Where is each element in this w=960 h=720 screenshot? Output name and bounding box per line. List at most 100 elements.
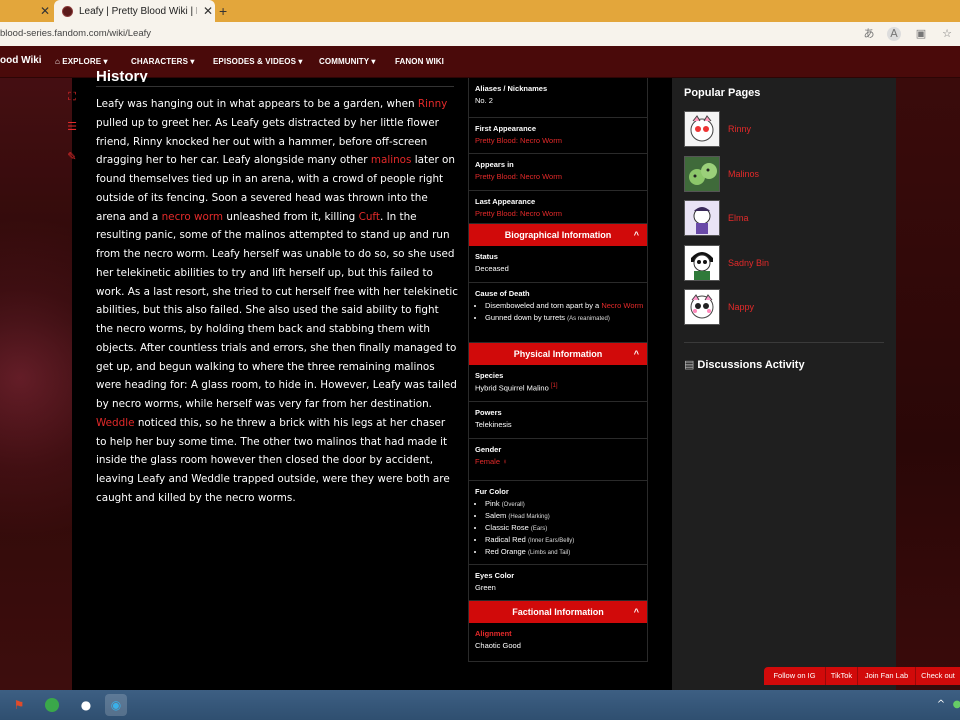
popular-link[interactable]: Elma [728, 213, 749, 223]
fur-color: Classic Rose [485, 523, 531, 532]
infobox-fur-color: Fur Color Pink (Overall) Salem (Head Mar… [469, 481, 647, 565]
infobox-value: Telekinesis [475, 420, 512, 429]
article-text: unleashed from it, killing [223, 210, 359, 223]
factional-section-header[interactable]: Factional Information ^ [469, 601, 647, 623]
gender-link[interactable]: Female ♀ [475, 457, 647, 466]
appears-in-link[interactable]: Pretty Blood: Necro Worm [475, 172, 647, 181]
article-link[interactable]: Cuft [359, 211, 380, 223]
follow-ig-button[interactable]: Follow on IG [764, 667, 826, 685]
infobox-label: Species [475, 371, 504, 380]
necro-worm-link[interactable]: Necro Worm [601, 301, 643, 310]
article-link[interactable]: Rinny [418, 98, 447, 110]
fur-note: (Inner Ears/Belly) [527, 538, 575, 544]
nav-characters[interactable]: CHARACTERS ▾ [131, 57, 194, 66]
rinny-thumbnail-image [690, 115, 714, 142]
url-field[interactable]: blood-series.fandom.com/wiki/Leafy [0, 28, 151, 39]
table-of-contents-icon[interactable]: ☰ [62, 117, 82, 137]
close-tab-icon[interactable]: ✕ [203, 4, 213, 18]
chat-app-icon[interactable]: ● [75, 694, 97, 716]
popular-thumbnail[interactable] [684, 289, 720, 325]
last-appearance-link[interactable]: Pretty Blood: Necro Worm [475, 209, 647, 218]
read-aloud-icon[interactable]: A [887, 27, 901, 41]
section-header-label: Biographical Information [504, 230, 612, 240]
fur-color: Salem [485, 511, 509, 520]
heading-divider [96, 86, 454, 87]
section-heading: History [96, 68, 148, 82]
nav-community[interactable]: COMMUNITY ▾ [319, 57, 376, 66]
fur-note: (Limbs and Tail) [527, 550, 571, 556]
list-item: Disemboweled and torn apart by a Necro W… [485, 301, 647, 310]
list-item: Classic Rose (Ears) [485, 523, 647, 532]
alignment-label-link[interactable]: Alignment [475, 629, 647, 638]
infobox-species: Species Hybrid Squirrel Malino [1] [469, 365, 647, 402]
app-icon[interactable]: ⚑ [8, 694, 30, 716]
first-appearance-link[interactable]: Pretty Blood: Necro Worm [475, 136, 647, 145]
infobox-value: Green [475, 583, 496, 592]
infobox-label: Status [475, 252, 498, 261]
article-link[interactable]: necro worm [162, 211, 223, 223]
infobox-alignment: Alignment Chaotic Good [469, 623, 647, 661]
windows-taskbar: ⚑ ● ◉ ^ ● [0, 690, 960, 720]
edge-browser-icon[interactable]: ◉ [105, 694, 127, 716]
cause-text: Disemboweled and torn apart by a [485, 301, 602, 310]
close-tab-icon[interactable]: ✕ [40, 4, 50, 18]
list-item: Salem (Head Marking) [485, 511, 647, 520]
popular-link[interactable]: Nappy [728, 302, 754, 312]
article-text: noticed this, so he threw a brick with h… [96, 416, 450, 504]
infobox-label: Last Appearance [475, 197, 536, 206]
browser-tab-bar: ✕ Leafy | Pretty Blood Wiki | Fandom ✕ + [0, 0, 960, 22]
reference-link[interactable]: [1] [551, 383, 558, 389]
popular-link[interactable]: Malinos [728, 169, 759, 179]
nav-label: CHARACTERS [131, 57, 188, 66]
edit-pencil-icon[interactable]: ✎ [62, 147, 82, 167]
infobox-label: Eyes Color [475, 571, 515, 580]
green-app-icon[interactable] [41, 694, 63, 716]
fullscreen-icon[interactable]: ⛶ [62, 87, 82, 107]
browser-tab-previous[interactable]: ✕ [0, 0, 54, 22]
nav-fanon-wiki[interactable]: FANON WIKI [395, 57, 444, 66]
collapse-chevron-icon[interactable]: ^ [634, 224, 639, 246]
nav-label: FANON WIKI [395, 57, 444, 66]
biographical-section-header[interactable]: Biographical Information ^ [469, 224, 647, 246]
check-out-button[interactable]: Check out [916, 667, 960, 685]
infobox-label: Fur Color [475, 487, 509, 496]
nav-label: EPISODES & VIDEOS [213, 57, 297, 66]
article-link[interactable]: malinos [371, 154, 412, 166]
article-link[interactable]: Weddle [96, 417, 135, 429]
infobox-status: Status Deceased [469, 246, 647, 283]
nav-explore[interactable]: ⌂ EXPLORE ▾ [55, 57, 108, 66]
split-screen-icon[interactable]: ▣ [914, 27, 928, 41]
article-paragraph: Leafy was hanging out in what appears to… [96, 95, 458, 508]
infobox-powers: Powers Telekinesis [469, 402, 647, 439]
popular-thumbnail[interactable] [684, 111, 720, 147]
popular-link[interactable]: Sadny Bin [728, 258, 769, 268]
browser-tab-active[interactable]: Leafy | Pretty Blood Wiki | Fandom ✕ [54, 0, 215, 22]
infobox-label: Powers [475, 408, 502, 417]
fur-color: Pink [485, 499, 502, 508]
popular-thumbnail[interactable] [684, 156, 720, 192]
fur-color: Radical Red [485, 535, 528, 544]
infobox-appears-in: Appears in Pretty Blood: Necro Worm [469, 154, 647, 191]
infobox-label: Appears in [475, 160, 514, 169]
popular-pages-title: Popular Pages [684, 87, 761, 99]
popular-thumbnail[interactable] [684, 245, 720, 281]
tray-app-icon[interactable]: ● [946, 694, 960, 716]
new-tab-icon[interactable]: + [219, 3, 227, 19]
nappy-thumbnail-image [690, 294, 714, 319]
physical-section-header[interactable]: Physical Information ^ [469, 343, 647, 365]
favorite-star-icon[interactable]: ☆ [940, 27, 954, 41]
tiktok-button[interactable]: TikTok [826, 667, 858, 685]
popular-thumbnail[interactable] [684, 200, 720, 236]
infobox-cause-of-death: Cause of Death Disemboweled and torn apa… [469, 283, 647, 343]
malinos-thumbnail-image [689, 163, 717, 185]
translate-icon[interactable]: あ [862, 27, 876, 41]
nav-episodes[interactable]: EPISODES & VIDEOS ▾ [213, 57, 303, 66]
cause-of-death-list: Disemboweled and torn apart by a Necro W… [475, 301, 647, 322]
wiki-logo[interactable]: ood Wiki [0, 55, 42, 66]
join-fan-lab-button[interactable]: Join Fan Lab [858, 667, 916, 685]
popular-link[interactable]: Rinny [728, 124, 751, 134]
infobox-gender: Gender Female ♀ [469, 439, 647, 481]
discussions-activity-title: ▤ Discussions Activity [684, 358, 805, 371]
collapse-chevron-icon[interactable]: ^ [634, 601, 639, 623]
collapse-chevron-icon[interactable]: ^ [634, 343, 639, 365]
